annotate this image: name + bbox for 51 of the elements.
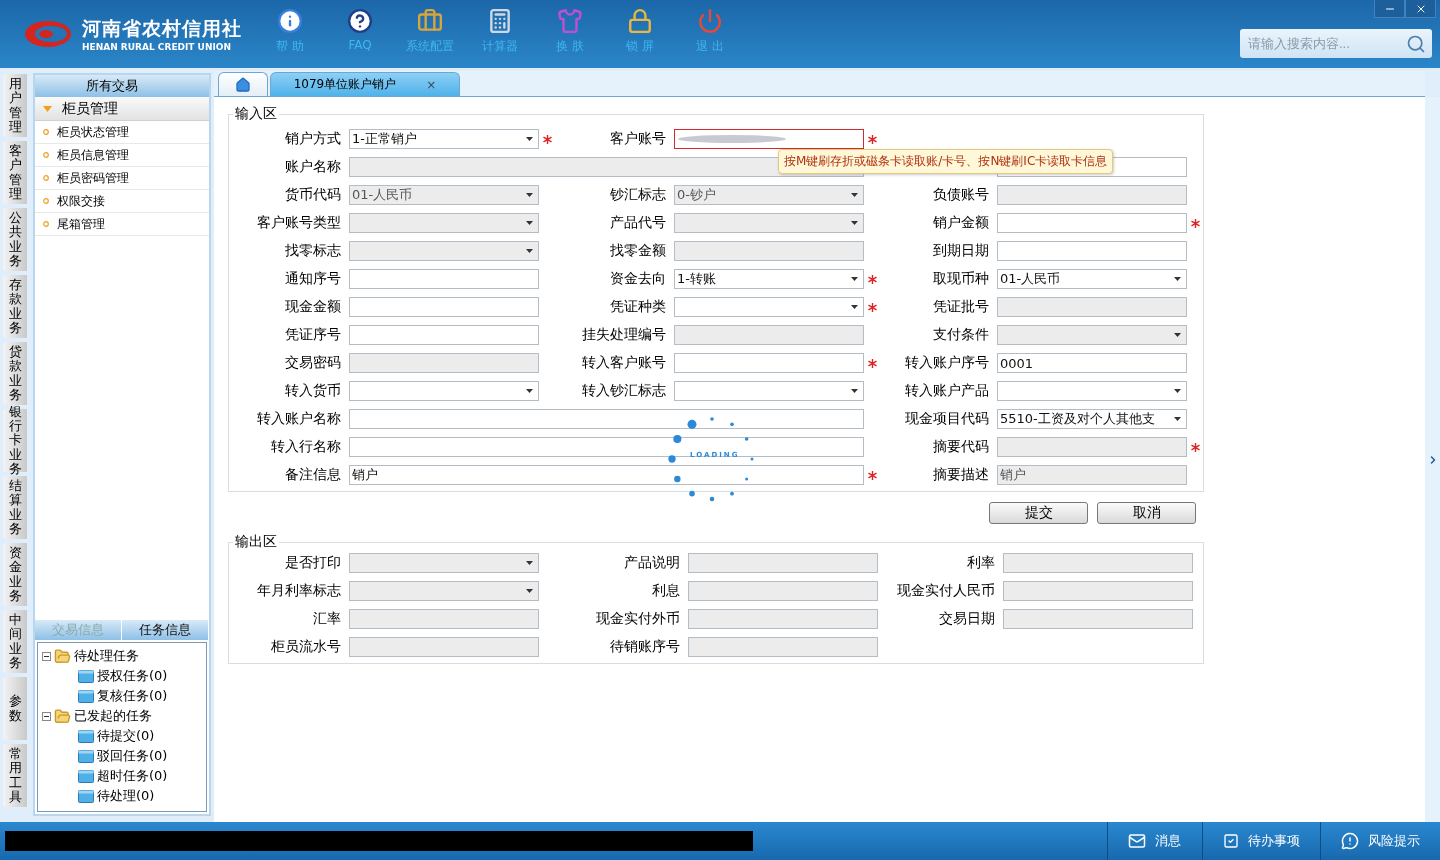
field-label: 通知序号: [284, 270, 342, 288]
field-label: 利息: [651, 582, 681, 600]
field-label: 货币代码: [284, 186, 342, 204]
field-label: 到期日期: [932, 242, 990, 260]
field-label: 客户账号: [609, 130, 667, 148]
field-label: 找零金额: [609, 242, 667, 260]
field-label: 资金去向: [609, 270, 667, 288]
field-label: 支付条件: [932, 326, 990, 344]
logo-subtitle: HENAN RURAL CREDIT UNION: [82, 42, 232, 52]
field-label: 负债账号: [932, 186, 990, 204]
field-label: 转入账户产品: [904, 382, 990, 400]
field-label: 现金项目代码: [904, 410, 990, 428]
field-label: 汇率: [312, 610, 342, 628]
field-label: 销户金额: [932, 214, 990, 232]
field-label: 凭证序号: [284, 326, 342, 344]
field-label: 销户方式: [284, 130, 342, 148]
field-label: 转入客户账号: [581, 354, 667, 372]
field-label: 转入账户序号: [904, 354, 990, 372]
field-label: 年月利率标志: [256, 582, 342, 600]
section-title: 输入区: [234, 105, 278, 123]
field-label: 柜员流水号: [270, 638, 342, 656]
field-label: 转入账户名称: [256, 410, 342, 428]
field-label: 产品代号: [609, 214, 667, 232]
field-label: 摘要代码: [932, 438, 990, 456]
field-label: 转入货币: [284, 382, 342, 400]
field-label: 钞汇标志: [609, 186, 667, 204]
tab-title: 1079单位账户销户: [293, 76, 397, 93]
field-label: 产品说明: [623, 554, 681, 572]
field-label: 交易日期: [938, 610, 996, 628]
nav-title: 所有交易: [86, 77, 138, 95]
field-label: 现金金额: [284, 298, 342, 316]
field-label: 取现币种: [932, 270, 990, 288]
field-label: 是否打印: [284, 554, 342, 572]
field-label: 找零标志: [284, 242, 342, 260]
field-label: 交易密码: [284, 354, 342, 372]
field-label: 凭证种类: [609, 298, 667, 316]
field-label: 现金实付人民币: [896, 582, 996, 600]
section-title: 输出区: [234, 533, 278, 551]
hint-tooltip: 按M键刷存折或磁条卡读取账/卡号、按N键刷IC卡读取卡信息: [778, 149, 1114, 174]
field-label: 凭证批号: [932, 298, 990, 316]
field-label: 挂失处理编号: [581, 326, 667, 344]
field-label: 转入行名称: [270, 438, 342, 456]
field-label: 利率: [966, 554, 996, 572]
field-label: 账户名称: [284, 158, 342, 176]
logo-title: 河南省农村信用社: [82, 16, 242, 41]
field-label: 转入钞汇标志: [581, 382, 667, 400]
field-label: 客户账号类型: [256, 214, 342, 232]
field-label: 备注信息: [284, 466, 342, 484]
field-label: 待销账序号: [609, 638, 681, 656]
field-label: 摘要描述: [932, 466, 990, 484]
field-label: 现金实付外币: [595, 610, 681, 628]
